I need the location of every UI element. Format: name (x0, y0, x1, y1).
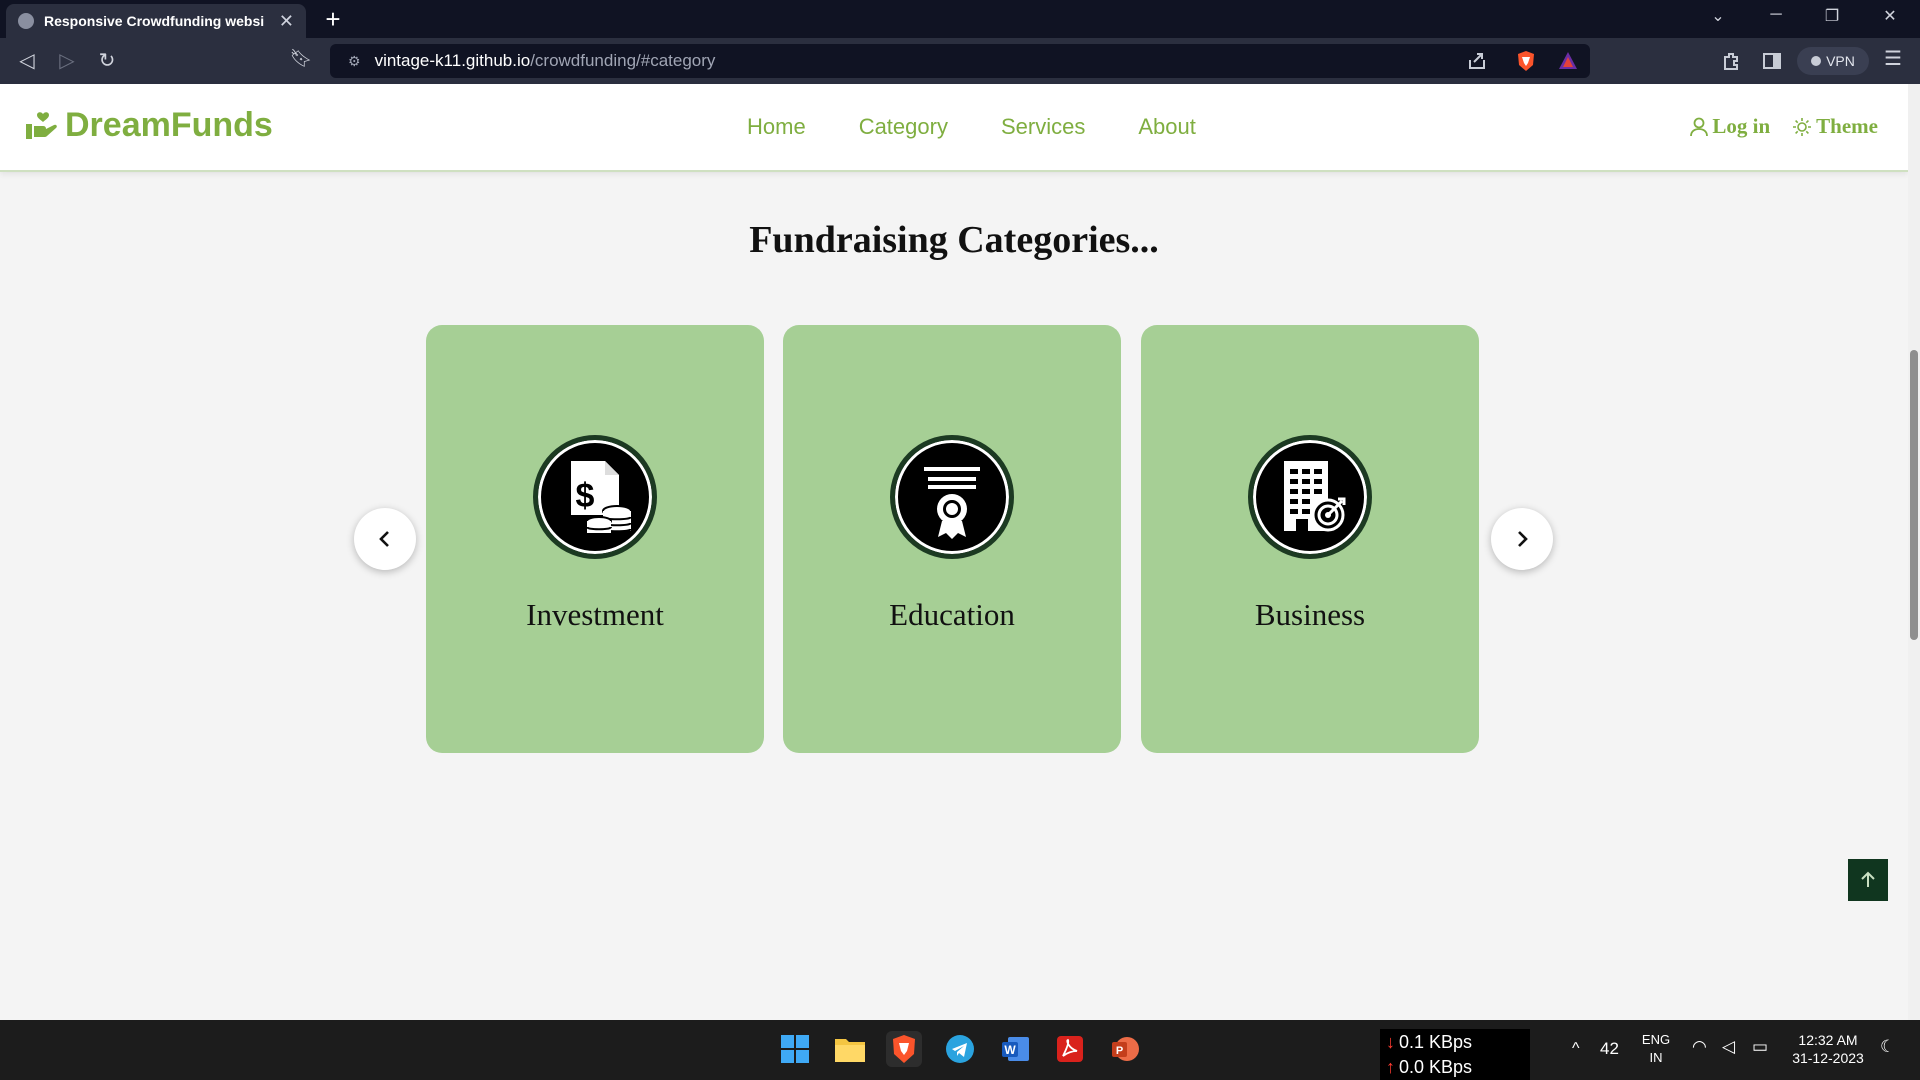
hand-heart-icon (26, 111, 57, 139)
category-card-business[interactable]: Business (1141, 325, 1479, 753)
business-target-icon (1248, 435, 1372, 559)
vpn-button[interactable]: VPN (1797, 47, 1869, 75)
upload-arrow-icon: ↑ (1386, 1057, 1395, 1077)
theme-button[interactable]: Theme (1792, 114, 1878, 139)
brave-rewards-icon[interactable] (1557, 50, 1579, 72)
notification-icon[interactable]: ☾ (1880, 1038, 1895, 1056)
brave-browser-icon[interactable] (886, 1031, 922, 1067)
category-card-education[interactable]: Education (783, 325, 1121, 753)
login-button[interactable]: Log in (1690, 114, 1770, 139)
category-card-investment[interactable]: $ Investment (426, 325, 764, 753)
site-info-icon[interactable]: ⚙ (348, 53, 361, 70)
close-window-button[interactable]: ✕ (1870, 6, 1910, 26)
nav-about[interactable]: About (1138, 114, 1196, 140)
chevron-left-icon (379, 531, 389, 547)
minimize-button[interactable]: ─ (1756, 6, 1796, 24)
url-host: vintage-k11.github.io (374, 51, 531, 70)
reload-icon[interactable]: ↻ (92, 48, 122, 73)
network-speed-widget: ↓ 0.1 KBps ↑ 0.0 KBps (1380, 1029, 1530, 1080)
volume-icon[interactable]: ◁ (1722, 1038, 1735, 1056)
globe-icon (18, 13, 34, 29)
brave-shields-icon[interactable] (1515, 50, 1537, 72)
word-icon[interactable]: W (997, 1031, 1033, 1067)
tab-list-chevron-icon[interactable]: ⌄ (1698, 6, 1738, 26)
certificate-icon (890, 435, 1014, 559)
svg-text:$: $ (576, 477, 595, 515)
header-actions: Log in Theme (1690, 114, 1878, 139)
back-icon[interactable]: ◁ (12, 48, 42, 73)
user-icon (1690, 117, 1709, 136)
svg-text:P: P (1116, 1045, 1123, 1057)
file-explorer-icon[interactable] (832, 1031, 868, 1067)
vpn-status-icon (1811, 56, 1822, 66)
brand-name: DreamFunds (65, 106, 273, 144)
category-label: Education (889, 597, 1015, 632)
category-label: Business (1254, 597, 1366, 632)
arrow-up-icon (1861, 871, 1875, 887)
carousel-prev-button[interactable] (354, 508, 416, 570)
section-title: Fundraising Categories... (749, 219, 1159, 261)
tab-title: Responsive Crowdfunding websi (44, 13, 265, 29)
sidebar-icon[interactable] (1761, 50, 1783, 72)
url-path: /crowdfunding/#category (530, 51, 716, 70)
category-label: Investment (526, 597, 664, 632)
close-tab-icon[interactable]: ✕ (279, 11, 294, 32)
chevron-right-icon (1518, 531, 1528, 547)
lang-top: ENG (1641, 1032, 1671, 1047)
net-up: 0.0 KBps (1399, 1057, 1473, 1077)
lang-bottom: IN (1649, 1050, 1663, 1065)
download-arrow-icon: ↓ (1386, 1032, 1395, 1052)
wifi-icon[interactable]: ◠ (1692, 1038, 1707, 1056)
menu-icon[interactable]: ☰ (1878, 46, 1908, 71)
theme-label: Theme (1816, 114, 1878, 138)
language-indicator[interactable]: ENG IN (1638, 1031, 1674, 1067)
extensions-icon[interactable] (1720, 50, 1742, 72)
scroll-to-top-button[interactable] (1848, 859, 1888, 901)
start-button[interactable] (777, 1031, 813, 1067)
nav-category[interactable]: Category (859, 114, 948, 140)
clock[interactable]: 12:32 AM 31-12-2023 (1786, 1031, 1870, 1067)
new-tab-button[interactable]: + (318, 4, 348, 34)
sun-icon (1793, 117, 1812, 136)
login-label: Log in (1712, 114, 1771, 138)
net-down: 0.1 KBps (1399, 1032, 1473, 1052)
share-icon[interactable] (1466, 50, 1488, 72)
carousel-next-button[interactable] (1491, 508, 1553, 570)
browser-tab[interactable]: Responsive Crowdfunding websi ✕ (6, 4, 306, 38)
clock-date: 31-12-2023 (1792, 1050, 1864, 1066)
forward-icon[interactable]: ▷ (52, 48, 82, 73)
vpn-label: VPN (1826, 53, 1855, 69)
brand-logo[interactable]: DreamFunds (25, 106, 273, 145)
nav-home[interactable]: Home (747, 114, 806, 140)
tray-overflow-icon[interactable]: ^ (1572, 1040, 1580, 1058)
acrobat-icon[interactable] (1052, 1031, 1088, 1067)
clock-time: 12:32 AM (1798, 1032, 1858, 1048)
weather-widget[interactable]: 42 (1600, 1040, 1619, 1058)
address-bar[interactable]: ⚙ vintage-k11.github.io/crowdfunding/#ca… (330, 44, 1590, 78)
bookmark-icon[interactable]: 🔖︎ (286, 48, 316, 69)
battery-icon[interactable]: ▭ (1752, 1038, 1768, 1056)
svg-text:W: W (1004, 1043, 1016, 1057)
nav-services[interactable]: Services (1001, 114, 1085, 140)
browser-tab-bar: Responsive Crowdfunding websi ✕ + ⌄ ─ ❐ … (0, 0, 1920, 38)
powerpoint-icon[interactable]: P (1107, 1031, 1143, 1067)
restore-button[interactable]: ❐ (1812, 6, 1852, 26)
telegram-icon[interactable] (942, 1031, 978, 1067)
investment-icon: $ (533, 435, 657, 559)
windows-icon (781, 1035, 809, 1063)
main-nav: Home Category Services About (747, 114, 1196, 140)
site-header: DreamFunds Home Category Services About … (0, 84, 1908, 172)
scrollbar-thumb[interactable] (1910, 350, 1918, 640)
